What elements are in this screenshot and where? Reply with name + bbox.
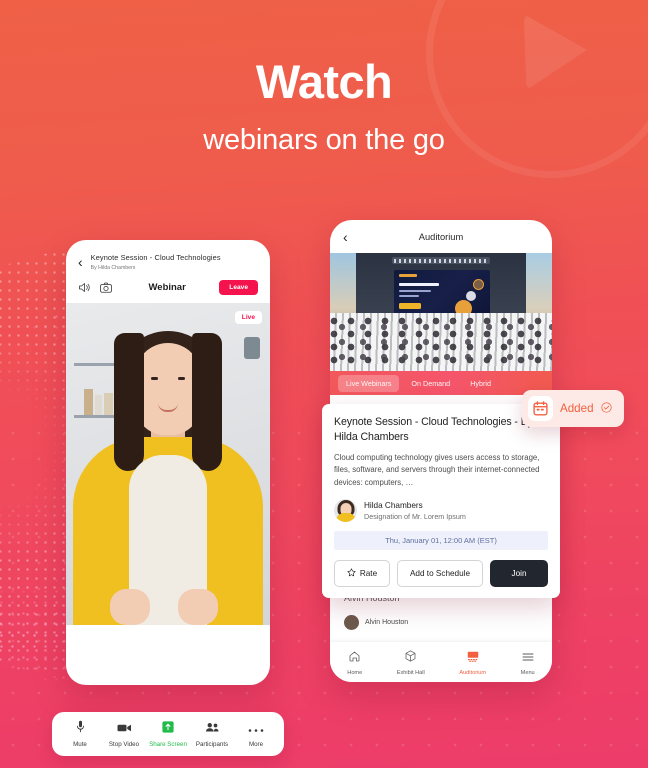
avatar bbox=[334, 499, 357, 522]
home-icon bbox=[349, 649, 360, 667]
added-badge: Added bbox=[522, 390, 624, 427]
tab-live-webinars[interactable]: Live Webinars bbox=[338, 374, 400, 392]
page-subtitle: webinars on the go bbox=[203, 124, 445, 156]
microphone-icon bbox=[76, 720, 85, 738]
stage-cta bbox=[399, 303, 422, 309]
more-dots-icon bbox=[248, 720, 264, 738]
toolbar-item-more[interactable]: More bbox=[234, 720, 278, 748]
toolbar-label: Mute bbox=[73, 741, 87, 748]
list-item-name: Alvin Houston bbox=[365, 619, 409, 626]
left-phone-mockup: ‹ Keynote Session - Cloud Technologies B… bbox=[66, 240, 270, 685]
background-object bbox=[244, 337, 260, 359]
page-title: Watch bbox=[255, 55, 393, 108]
toolbar-item-mute[interactable]: Mute bbox=[58, 720, 102, 748]
auditorium-title: Auditorium bbox=[418, 231, 464, 242]
tab-on-demand[interactable]: On Demand bbox=[403, 375, 458, 392]
presenter-hand bbox=[110, 589, 150, 625]
video-stream-area[interactable]: Live bbox=[66, 303, 270, 625]
nav-item-menu[interactable]: Menu bbox=[521, 649, 535, 676]
calendar-icon bbox=[528, 396, 553, 421]
nav-label: Menu bbox=[520, 669, 535, 676]
hero-audience bbox=[330, 317, 552, 365]
presenter-eye bbox=[151, 377, 158, 381]
presenter-eye bbox=[178, 377, 185, 381]
presenter-hair-left bbox=[114, 333, 144, 471]
headline-block: Watch webinars on the go bbox=[0, 58, 648, 157]
toolbar-label: Share Screen bbox=[149, 741, 187, 748]
join-button[interactable]: Join bbox=[490, 560, 548, 587]
stage-text bbox=[399, 295, 420, 298]
background-book bbox=[104, 393, 113, 415]
toolbar-label: Stop Video bbox=[108, 741, 140, 748]
stage-logo bbox=[399, 274, 418, 277]
session-card-description: Cloud computing technology gives users a… bbox=[334, 453, 540, 487]
session-speaker: Hilda Chambers Designation of Mr. Lorem … bbox=[334, 499, 548, 531]
auditorium-header: ‹ Auditorium bbox=[330, 220, 552, 253]
camera-icon[interactable] bbox=[100, 282, 112, 293]
background-book bbox=[84, 389, 93, 415]
video-camera-icon bbox=[117, 720, 132, 738]
background-book bbox=[95, 395, 102, 415]
presenter-hair-right bbox=[192, 333, 222, 471]
toolbar-item-share-screen[interactable]: Share Screen bbox=[146, 720, 190, 748]
stage-headline bbox=[399, 283, 440, 287]
nav-item-exhibit-hall[interactable]: Exhibit Hall bbox=[397, 649, 425, 676]
list-item[interactable]: Alvin Houston bbox=[344, 615, 408, 630]
presenter-hand bbox=[178, 589, 218, 625]
toolbar-label: Participants bbox=[195, 741, 229, 748]
live-badge: Live bbox=[234, 311, 262, 324]
added-label: Added bbox=[560, 402, 594, 415]
hamburger-menu-icon bbox=[522, 649, 534, 667]
toolbar-label: More bbox=[248, 741, 264, 748]
auditorium-icon bbox=[467, 649, 479, 667]
nav-item-home[interactable]: Home bbox=[347, 649, 362, 676]
webinar-tabs: Live Webinars On Demand Hybrid bbox=[330, 371, 552, 395]
toolbar-item-participants[interactable]: Participants bbox=[190, 720, 234, 748]
webinar-control-bar: Webinar Leave bbox=[66, 271, 270, 303]
tab-hybrid[interactable]: Hybrid bbox=[462, 375, 499, 392]
auditorium-hero-image[interactable] bbox=[330, 253, 552, 371]
star-icon bbox=[347, 568, 356, 579]
participants-icon bbox=[205, 720, 220, 738]
rate-label: Rate bbox=[359, 569, 378, 578]
meeting-toolbar: Mute Stop Video Share Screen Participant… bbox=[52, 712, 284, 756]
check-circle-icon bbox=[600, 401, 612, 416]
nav-label: Home bbox=[347, 669, 363, 676]
avatar bbox=[344, 615, 359, 630]
session-detail-card: Keynote Session - Cloud Technologies - B… bbox=[322, 404, 560, 598]
session-author: By Hilda Chambers bbox=[90, 265, 136, 271]
hero-lighting-rig bbox=[392, 257, 490, 264]
session-title: Keynote Session - Cloud Technologies bbox=[90, 253, 221, 262]
speaker-icon[interactable] bbox=[78, 282, 91, 293]
session-actions: Rate Add to Schedule Join bbox=[334, 560, 548, 587]
rate-button[interactable]: Rate bbox=[334, 560, 390, 587]
speaker-designation: Designation of Mr. Lorem Ipsum bbox=[364, 511, 466, 521]
share-screen-icon bbox=[162, 720, 174, 738]
nav-label: Auditorium bbox=[459, 669, 487, 676]
speaker-name: Hilda Chambers bbox=[364, 500, 423, 510]
bottom-navigation: Home Exhibit Hall Auditorium Menu bbox=[330, 642, 552, 682]
cube-icon bbox=[405, 649, 416, 667]
add-to-schedule-button[interactable]: Add to Schedule bbox=[397, 560, 483, 587]
webinar-label: Webinar bbox=[148, 282, 186, 293]
stage-text bbox=[399, 290, 432, 293]
left-phone-header: ‹ Keynote Session - Cloud Technologies B… bbox=[66, 240, 270, 271]
session-datetime: Thu, January 01, 12:00 AM (EST) bbox=[334, 531, 548, 550]
nav-item-auditorium[interactable]: Auditorium bbox=[459, 649, 486, 676]
toolbar-item-stop-video[interactable]: Stop Video bbox=[102, 720, 146, 748]
session-card-title: Keynote Session - Cloud Technologies - B… bbox=[334, 416, 533, 444]
nav-label: Exhibit Hall bbox=[396, 669, 425, 676]
back-icon[interactable]: ‹ bbox=[78, 253, 83, 269]
leave-button[interactable]: Leave bbox=[219, 280, 258, 295]
stage-avatar bbox=[465, 291, 476, 301]
stage-avatar bbox=[472, 279, 484, 290]
